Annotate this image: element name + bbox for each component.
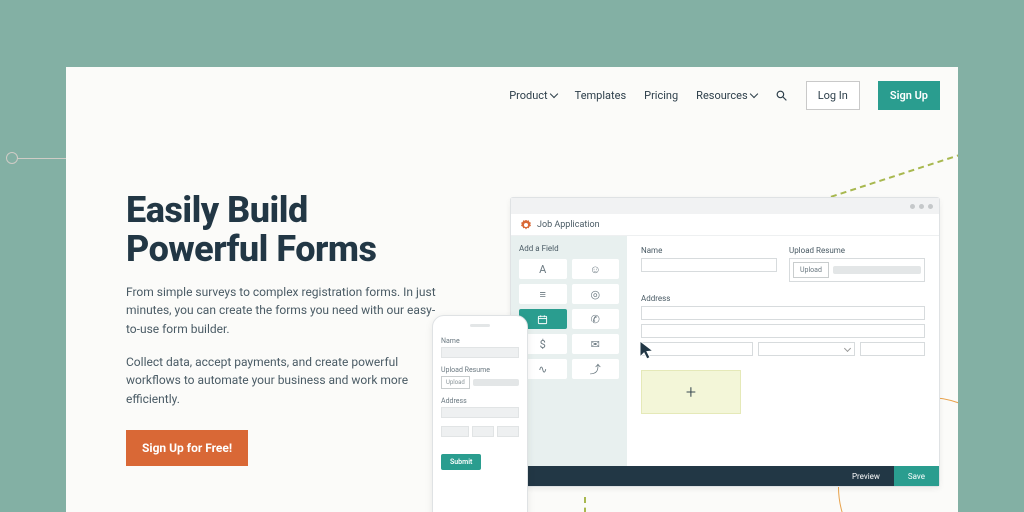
field-type-paragraph-icon[interactable]: ≡: [519, 284, 567, 304]
address-city-input[interactable]: [641, 342, 753, 356]
address-state-select[interactable]: [758, 342, 855, 356]
preview-button[interactable]: Preview: [838, 466, 894, 486]
field-type-upload-icon[interactable]: ⤴: [572, 359, 620, 379]
address-zip-input[interactable]: [860, 342, 925, 356]
hero-paragraph-1: From simple surveys to complex registrat…: [126, 283, 436, 339]
signup-button[interactable]: Sign Up: [878, 81, 940, 110]
cursor-icon: [638, 339, 656, 365]
save-button[interactable]: Save: [894, 466, 939, 486]
nav-resources[interactable]: Resources: [696, 89, 757, 102]
nav-resources-label: Resources: [696, 89, 748, 102]
field-label-name: Name: [641, 246, 777, 255]
field-label-upload: Upload Resume: [789, 246, 925, 255]
name-input[interactable]: [641, 258, 777, 272]
phone-upload-placeholder: [473, 379, 519, 386]
builder-header: Job Application: [511, 214, 939, 236]
palette-title: Add a Field: [519, 244, 619, 253]
hero-headline: Easily Build Powerful Forms: [126, 191, 436, 269]
upload-button[interactable]: Upload: [793, 262, 829, 278]
form-canvas: Name Upload Resume Upload Address: [627, 236, 939, 466]
field-type-text-icon[interactable]: A: [519, 259, 567, 279]
phone-label-address: Address: [441, 397, 519, 405]
decor-line: [17, 158, 67, 159]
address-line2-input[interactable]: [641, 324, 925, 338]
form-title: Job Application: [537, 220, 600, 230]
login-button[interactable]: Log In: [806, 81, 860, 110]
phone-speaker-icon: [470, 324, 490, 327]
decor-dashed-vertical: [584, 497, 586, 512]
palette-grid: A ☺ ≡ ◎ ✆ $ ✉ ∿ ⤴: [519, 259, 619, 379]
chevron-down-icon: [749, 90, 757, 98]
upload-filename-placeholder: [833, 266, 921, 274]
plus-icon: +: [686, 382, 696, 403]
field-type-phone-icon[interactable]: ✆: [572, 309, 620, 329]
gear-icon: [521, 220, 531, 230]
field-type-email-icon[interactable]: ✉: [572, 334, 620, 354]
window-dot-icon: [910, 204, 915, 209]
top-nav: Product Templates Pricing Resources Log …: [509, 81, 940, 110]
chevron-down-icon: [549, 90, 557, 98]
builder-window: Job Application Add a Field A ☺ ≡ ◎ ✆ $ …: [510, 197, 940, 487]
phone-address-input[interactable]: [441, 407, 519, 418]
address-line1-input[interactable]: [641, 306, 925, 320]
field-palette: Add a Field A ☺ ≡ ◎ ✆ $ ✉ ∿ ⤴: [511, 236, 627, 466]
phone-address-country-select[interactable]: [497, 426, 519, 437]
window-chrome: [511, 198, 939, 214]
phone-upload-button[interactable]: Upload: [441, 376, 470, 389]
nav-pricing[interactable]: Pricing: [644, 89, 678, 102]
nav-product[interactable]: Product: [509, 89, 556, 102]
builder-footer: Preview Save: [511, 466, 939, 486]
field-type-emoji-icon[interactable]: ☺: [572, 259, 620, 279]
builder-body: Add a Field A ☺ ≡ ◎ ✆ $ ✉ ∿ ⤴: [511, 236, 939, 466]
window-dot-icon: [928, 204, 933, 209]
add-field-dropzone[interactable]: +: [641, 370, 741, 414]
nav-templates[interactable]: Templates: [575, 89, 626, 102]
hero-paragraph-2: Collect data, accept payments, and creat…: [126, 353, 436, 409]
field-label-address: Address: [641, 294, 925, 303]
window-dot-icon: [919, 204, 924, 209]
phone-address-state-select[interactable]: [472, 426, 494, 437]
phone-label-upload: Upload Resume: [441, 366, 519, 374]
phone-preview: Name Upload Resume Upload Address Submit: [432, 315, 528, 512]
field-type-location-icon[interactable]: ◎: [572, 284, 620, 304]
phone-label-name: Name: [441, 337, 519, 345]
cta-signup-free-button[interactable]: Sign Up for Free!: [126, 430, 248, 466]
hero: Easily Build Powerful Forms From simple …: [126, 191, 436, 466]
phone-submit-button[interactable]: Submit: [441, 454, 481, 470]
page-card: Product Templates Pricing Resources Log …: [66, 67, 958, 512]
phone-address-city-input[interactable]: [441, 426, 469, 437]
phone-name-input[interactable]: [441, 347, 519, 358]
search-icon[interactable]: [775, 89, 788, 102]
nav-product-label: Product: [509, 89, 547, 102]
